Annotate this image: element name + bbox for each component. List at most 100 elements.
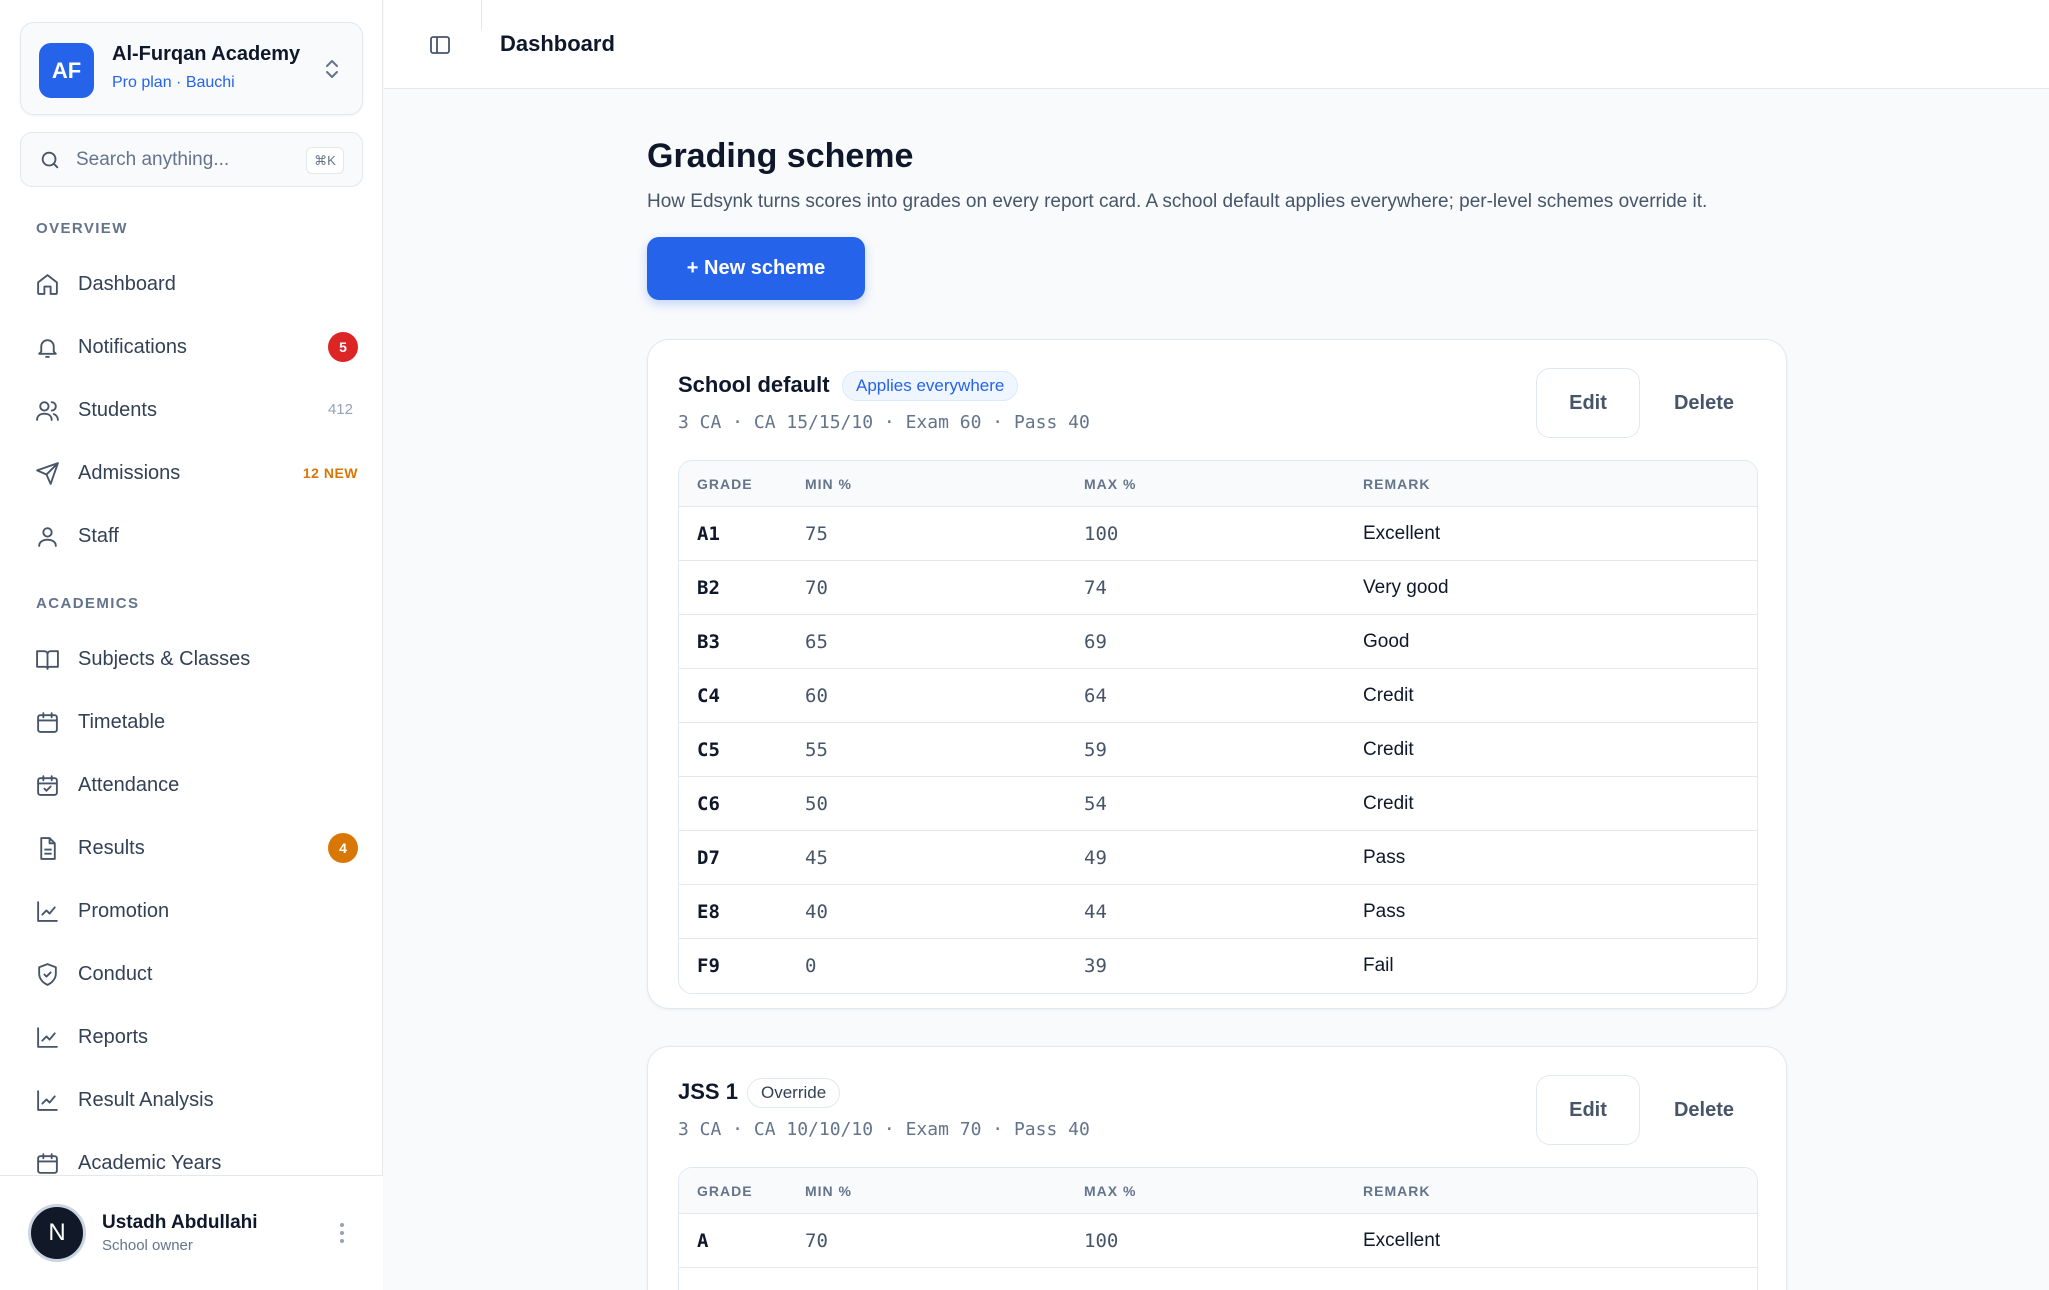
calendar-icon bbox=[37, 1153, 58, 1174]
scheme-name: JSS 1 bbox=[678, 1079, 738, 1104]
scheme-meta: 3 CA · CA 15/15/10 · Exam 60 · Pass 40 bbox=[678, 412, 1090, 433]
max-cell: 44 bbox=[1084, 901, 1107, 923]
min-cell: 50 bbox=[805, 793, 828, 815]
table-row: A 70 100 Excellent bbox=[679, 1214, 1757, 1268]
page-breadcrumb: Dashboard bbox=[500, 31, 615, 56]
sidebar-item-result-analysis[interactable]: Result Analysis bbox=[20, 1075, 363, 1125]
sidebar-item-label: Dashboard bbox=[78, 272, 176, 295]
edit-button[interactable]: Edit bbox=[1536, 1075, 1640, 1145]
sidebar-item-subjects-classes[interactable]: Subjects & Classes bbox=[20, 634, 363, 684]
column-header-remark: REMARK bbox=[1363, 476, 1431, 492]
sidebar-item-admissions[interactable]: Admissions 12 NEW bbox=[20, 448, 363, 498]
users-icon bbox=[36, 401, 59, 421]
table-row: C4 60 64 Credit bbox=[679, 669, 1757, 723]
org-plan: Pro plan · Bauchi bbox=[112, 74, 235, 91]
grade-cell: B2 bbox=[697, 577, 720, 599]
book-icon bbox=[36, 650, 59, 670]
file-icon bbox=[40, 837, 56, 860]
more-vertical-icon[interactable] bbox=[339, 1222, 345, 1244]
table-row: B2 70 74 Very good bbox=[679, 561, 1757, 615]
chart-icon bbox=[37, 901, 58, 922]
topbar: Dashboard bbox=[384, 0, 2049, 89]
table-row: F9 0 39 Fail bbox=[679, 939, 1757, 993]
sidebar-item-label: Staff bbox=[78, 524, 119, 547]
new-scheme-button[interactable]: + New scheme bbox=[647, 237, 865, 300]
search-placeholder: Search anything... bbox=[76, 149, 230, 170]
grade-cell: E8 bbox=[697, 901, 720, 923]
delete-button[interactable]: Delete bbox=[1648, 1075, 1760, 1145]
sidebar-item-label: Conduct bbox=[78, 962, 153, 985]
table-row: A1 75 100 Excellent bbox=[679, 507, 1757, 561]
scope-badge: Override bbox=[747, 1078, 841, 1108]
scheme-card: School default Applies everywhere 3 CA ·… bbox=[647, 339, 1787, 1009]
grade-cell: F9 bbox=[697, 955, 720, 977]
home-icon bbox=[37, 274, 58, 295]
sidebar-item-promotion[interactable]: Promotion bbox=[20, 886, 363, 936]
sidebar-item-students[interactable]: Students 412 bbox=[20, 385, 363, 435]
org-logo: AF bbox=[39, 43, 94, 98]
sidebar-item-dashboard[interactable]: Dashboard bbox=[20, 259, 363, 309]
sidebar-item-conduct[interactable]: Conduct bbox=[20, 949, 363, 999]
org-switcher[interactable]: AF Al-Furqan Academy Pro plan · Bauchi bbox=[20, 22, 363, 115]
grade-cell: D7 bbox=[697, 847, 720, 869]
sidebar-item-results[interactable]: Results 4 bbox=[20, 823, 363, 873]
divider bbox=[481, 0, 482, 30]
org-name: Al-Furqan Academy bbox=[112, 43, 301, 65]
sidebar-item-label: Promotion bbox=[78, 899, 170, 922]
sidebar-item-label: Attendance bbox=[78, 773, 180, 796]
max-cell: 59 bbox=[1084, 739, 1107, 761]
section-overview: OVERVIEW bbox=[36, 220, 128, 237]
min-cell: 55 bbox=[805, 739, 828, 761]
new-tag: 12 NEW bbox=[302, 465, 358, 481]
sidebar-item-reports[interactable]: Reports bbox=[20, 1012, 363, 1062]
sidebar-item-timetable[interactable]: Timetable bbox=[20, 697, 363, 747]
bell-icon bbox=[38, 339, 57, 358]
remark-cell: Good bbox=[1363, 631, 1410, 652]
user-icon bbox=[38, 527, 57, 547]
max-cell: 39 bbox=[1084, 955, 1107, 977]
sidebar-item-notifications[interactable]: Notifications 5 bbox=[20, 322, 363, 372]
remark-cell: Credit bbox=[1363, 685, 1414, 706]
student-count: 412 bbox=[327, 401, 353, 418]
chart-icon bbox=[37, 1090, 58, 1111]
remark-cell: Credit bbox=[1363, 793, 1414, 814]
delete-button[interactable]: Delete bbox=[1648, 368, 1760, 438]
calendar-icon bbox=[37, 712, 58, 733]
scheme-name: School default bbox=[678, 372, 830, 397]
table-header: GRADE MIN % MAX % REMARK bbox=[679, 1168, 1757, 1214]
sidebar-item-label: Subjects & Classes bbox=[78, 647, 251, 670]
edit-button[interactable]: Edit bbox=[1536, 368, 1640, 438]
sidebar-item-staff[interactable]: Staff bbox=[20, 511, 363, 561]
sidebar-item-label: Reports bbox=[78, 1025, 149, 1048]
remark-cell: Pass bbox=[1363, 901, 1406, 922]
chart-icon bbox=[37, 1027, 58, 1048]
shortcut-hint: ⌘K bbox=[306, 147, 344, 174]
table-row: C6 50 54 Credit bbox=[679, 777, 1757, 831]
remark-cell: Very good bbox=[1363, 577, 1449, 598]
shield-icon bbox=[38, 963, 57, 986]
sidebar-toggle-icon[interactable] bbox=[428, 33, 452, 57]
grades-table: GRADE MIN % MAX % REMARK A1 75 100 Excellen… bbox=[678, 460, 1758, 994]
min-cell: 40 bbox=[805, 901, 828, 923]
column-header-max: MAX % bbox=[1084, 1183, 1137, 1199]
min-cell: 0 bbox=[805, 955, 817, 977]
search-input[interactable]: Search anything... ⌘K bbox=[20, 132, 363, 187]
user-role: School owner bbox=[102, 1237, 193, 1254]
chevrons-up-down-icon bbox=[326, 60, 338, 78]
user-name: Ustadh Abdullahi bbox=[102, 1212, 258, 1233]
min-cell: 45 bbox=[805, 847, 828, 869]
sidebar-item-label: Timetable bbox=[78, 710, 166, 733]
scheme-card: JSS 1 Override 3 CA · CA 10/10/10 · Exam… bbox=[647, 1046, 1787, 1290]
max-cell: 54 bbox=[1084, 793, 1107, 815]
user-profile[interactable]: N Ustadh Abdullahi School owner bbox=[0, 1175, 383, 1290]
main-content: Grading scheme How Edsynk turns scores i… bbox=[384, 89, 2049, 1290]
remark-cell: Fail bbox=[1363, 955, 1394, 976]
scheme-meta: 3 CA · CA 10/10/10 · Exam 70 · Pass 40 bbox=[678, 1119, 1090, 1140]
sidebar-item-attendance[interactable]: Attendance bbox=[20, 760, 363, 810]
column-header-grade: GRADE bbox=[697, 1183, 753, 1199]
max-cell: 64 bbox=[1084, 685, 1107, 707]
max-cell: 74 bbox=[1084, 577, 1107, 599]
grade-cell: C6 bbox=[697, 793, 720, 815]
grade-cell: C4 bbox=[697, 685, 720, 707]
grade-cell: A1 bbox=[697, 523, 720, 545]
